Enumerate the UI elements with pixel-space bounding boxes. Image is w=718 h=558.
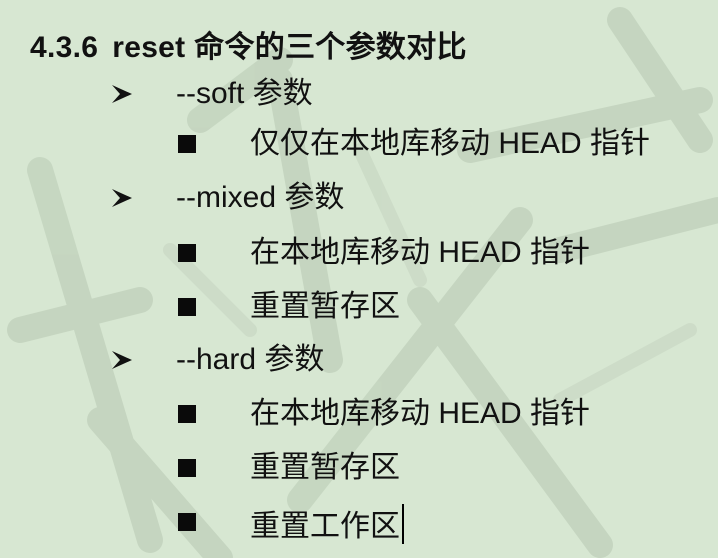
square-bullet-icon [178,459,196,477]
param-detail-text: 在本地库移动 HEAD 指针 [250,397,591,430]
param-detail-text: 重置工作区 [250,504,404,545]
param-label: --soft 参数 [176,77,313,110]
arrowhead-bullet-icon [112,85,132,103]
arrowhead-bullet-icon [112,351,132,369]
param-detail-value: 重置工作区 [250,510,400,543]
param-detail-text: 在本地库移动 HEAD 指针 [250,236,591,269]
section-title: reset 命令的三个参数对比 [112,31,467,64]
section-number: 4.3.6 [30,31,99,64]
slide: 4.3.6 reset 命令的三个参数对比 --soft 参数 仅仅在本地库移动 … [0,0,718,558]
arrowhead-bullet-icon [112,189,132,207]
param-detail-text: 仅仅在本地库移动 HEAD 指针 [250,127,651,160]
section-heading: 4.3.6 reset 命令的三个参数对比 [30,22,467,66]
param-detail-text: 重置暂存区 [250,451,400,484]
square-bullet-icon [178,298,196,316]
param-detail-text: 重置暂存区 [250,290,400,323]
square-bullet-icon [178,244,196,262]
param-label: --hard 参数 [176,343,325,376]
param-label: --mixed 参数 [176,181,345,214]
square-bullet-icon [178,405,196,423]
square-bullet-icon [178,135,196,153]
square-bullet-icon [178,513,196,531]
text-cursor[interactable] [402,504,404,544]
